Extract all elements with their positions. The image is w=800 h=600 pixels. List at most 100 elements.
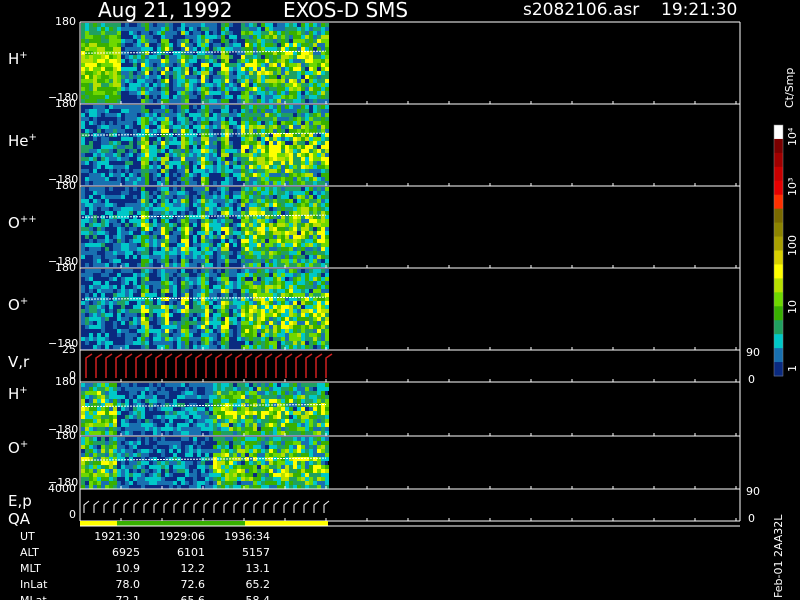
heatmap-cell bbox=[249, 293, 253, 297]
heatmap-cell bbox=[125, 387, 129, 391]
heatmap-cell bbox=[265, 329, 269, 333]
heatmap-cell bbox=[273, 191, 277, 195]
heatmap-cell bbox=[101, 79, 105, 83]
heatmap-cell bbox=[233, 273, 237, 277]
heatmap-cell bbox=[281, 141, 285, 145]
heatmap-cell bbox=[313, 293, 317, 297]
heatmap-cell bbox=[245, 157, 249, 161]
heatmap-cell bbox=[317, 117, 321, 121]
heatmap-cell bbox=[193, 95, 197, 99]
heatmap-cell bbox=[185, 337, 189, 341]
heatmap-cell bbox=[197, 273, 201, 277]
heatmap-cell bbox=[197, 293, 201, 297]
heatmap-cell bbox=[181, 207, 185, 211]
heatmap-cell bbox=[193, 83, 197, 87]
heatmap-cell bbox=[145, 125, 149, 129]
heatmap-cell bbox=[205, 113, 209, 117]
heatmap-cell bbox=[201, 35, 205, 39]
heatmap-cell bbox=[113, 31, 117, 35]
heatmap-cell bbox=[277, 211, 281, 215]
heatmap-cell bbox=[277, 117, 281, 121]
heatmap-cell bbox=[173, 305, 177, 309]
heatmap-cell bbox=[181, 51, 185, 55]
heatmap-cell bbox=[145, 157, 149, 161]
heatmap-cell bbox=[321, 227, 325, 231]
heatmap-cell bbox=[181, 415, 185, 419]
heatmap-cell bbox=[113, 75, 117, 79]
heatmap-cell bbox=[197, 407, 201, 411]
heatmap-cell bbox=[177, 117, 181, 121]
heatmap-cell bbox=[89, 461, 93, 465]
heatmap-cell bbox=[317, 91, 321, 95]
heatmap-cell bbox=[249, 207, 253, 211]
heatmap-cell bbox=[141, 269, 145, 273]
heatmap-cell bbox=[153, 31, 157, 35]
heatmap-cell bbox=[129, 137, 133, 141]
heatmap-cell bbox=[185, 165, 189, 169]
heatmap-cell bbox=[249, 177, 253, 181]
heatmap-cell bbox=[229, 415, 233, 419]
heatmap-cell bbox=[165, 35, 169, 39]
heatmap-cell bbox=[173, 333, 177, 337]
heatmap-cell bbox=[137, 263, 141, 267]
heatmap-cell bbox=[205, 195, 209, 199]
heatmap-cell bbox=[97, 113, 101, 117]
heatmap-cell bbox=[173, 95, 177, 99]
heatmap-cell bbox=[325, 145, 329, 149]
heatmap-cell bbox=[137, 415, 141, 419]
heatmap-cell bbox=[165, 207, 169, 211]
heatmap-cell bbox=[121, 75, 125, 79]
heatmap-cell bbox=[181, 157, 185, 161]
heatmap-cell bbox=[225, 165, 229, 169]
heatmap-cell bbox=[317, 141, 321, 145]
heatmap-cell bbox=[161, 387, 165, 391]
heatmap-cell bbox=[325, 219, 329, 223]
heatmap-cell bbox=[209, 141, 213, 145]
heatmap-cell bbox=[173, 207, 177, 211]
heatmap-cell bbox=[281, 199, 285, 203]
heatmap-cell bbox=[85, 301, 89, 305]
heatmap-cell bbox=[201, 105, 205, 109]
heatmap-cell bbox=[225, 317, 229, 321]
heatmap-cell bbox=[297, 395, 301, 399]
heatmap-cell bbox=[297, 31, 301, 35]
heatmap-cell bbox=[269, 285, 273, 289]
heatmap-cell bbox=[241, 149, 245, 153]
heatmap-cell bbox=[277, 199, 281, 203]
heatmap-cell bbox=[241, 415, 245, 419]
heatmap-cell bbox=[301, 427, 305, 431]
heatmap-cell bbox=[189, 141, 193, 145]
heatmap-cell bbox=[277, 173, 281, 177]
heatmap-cell bbox=[269, 43, 273, 47]
heatmap-cell bbox=[209, 273, 213, 277]
heatmap-cell bbox=[317, 137, 321, 141]
heatmap-cell bbox=[197, 43, 201, 47]
heatmap-cell bbox=[89, 99, 93, 103]
heatmap-cell bbox=[185, 51, 189, 55]
heatmap-cell bbox=[169, 239, 173, 243]
heatmap-cell bbox=[225, 277, 229, 281]
heatmap-cell bbox=[269, 223, 273, 227]
heatmap-cell bbox=[289, 219, 293, 223]
heatmap-cell bbox=[181, 43, 185, 47]
heatmap-cell bbox=[165, 105, 169, 109]
heatmap-cell bbox=[93, 485, 97, 489]
heatmap-cell bbox=[85, 219, 89, 223]
heatmap-cell bbox=[257, 63, 261, 67]
heatmap-cell bbox=[205, 231, 209, 235]
heatmap-cell bbox=[257, 191, 261, 195]
heatmap-cell bbox=[141, 79, 145, 83]
heatmap-cell bbox=[225, 27, 229, 31]
heatmap-cell bbox=[293, 187, 297, 191]
heatmap-cell bbox=[109, 391, 113, 395]
heatmap-cell bbox=[293, 165, 297, 169]
heatmap-cell bbox=[309, 161, 313, 165]
heatmap-cell bbox=[313, 23, 317, 27]
heatmap-cell bbox=[181, 251, 185, 255]
heatmap-cell bbox=[281, 235, 285, 239]
heatmap-cell bbox=[273, 63, 277, 67]
heatmap-cell bbox=[129, 71, 133, 75]
heatmap-cell bbox=[209, 129, 213, 133]
heatmap-cell bbox=[249, 165, 253, 169]
heatmap-cell bbox=[321, 239, 325, 243]
